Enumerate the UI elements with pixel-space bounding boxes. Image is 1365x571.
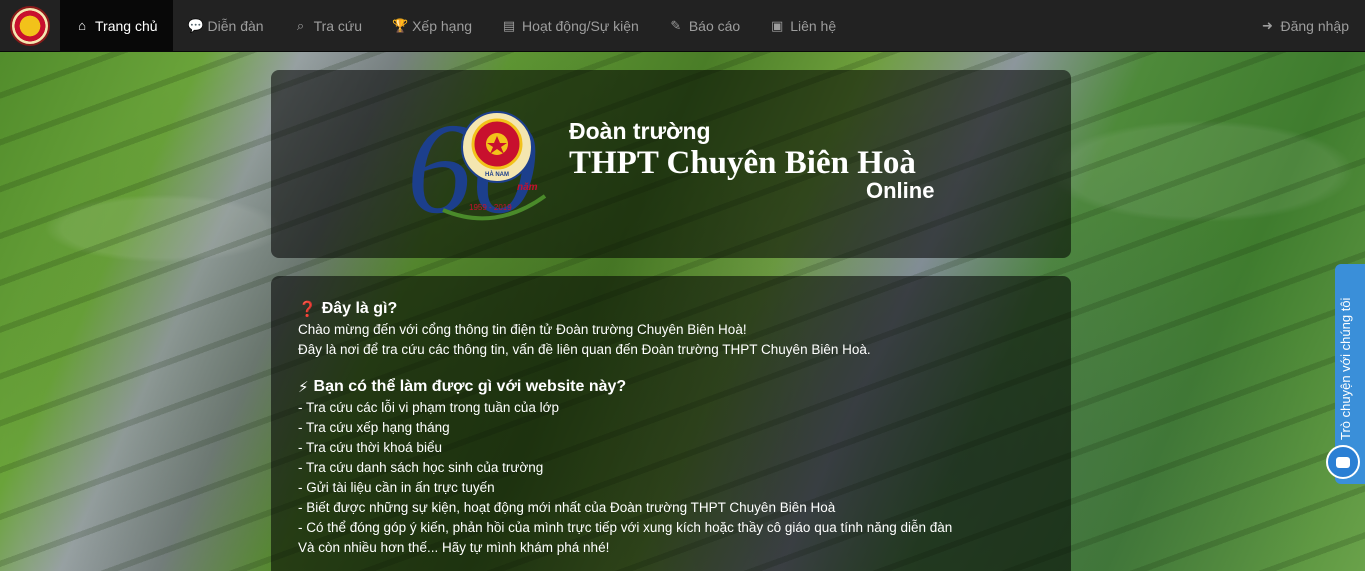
nav-contact-label: Liên hệ xyxy=(790,17,837,34)
login-label: Đăng nhập xyxy=(1280,17,1349,34)
intro-line: Chào mừng đến với cổng thông tin điện tử… xyxy=(298,322,747,337)
nav-home[interactable]: ⌂ Trang chủ xyxy=(60,0,173,52)
section2-title-text: Bạn có thể làm được gì với website này? xyxy=(313,378,627,395)
trophy-icon: 🏆 xyxy=(392,17,409,33)
school-seal-icon xyxy=(10,5,50,46)
nav-forum[interactable]: 💬 Diễn đàn xyxy=(173,0,279,52)
comments-icon: 💬 xyxy=(187,17,204,33)
section-what-is-it-title: ❓ Đây là gì? xyxy=(298,300,1044,318)
emblem-years: năm xyxy=(517,182,538,193)
intro-panel: ❓ Đây là gì? Chào mừng đến với cổng thôn… xyxy=(271,276,1071,571)
emblem-province: HÀ NAM xyxy=(485,171,509,178)
banner-title: THPT Chuyên Biên Hoà xyxy=(569,145,916,181)
feature-item: - Tra cứu danh sách học sinh của trường xyxy=(298,460,544,475)
feature-item: - Có thể đóng góp ý kiến, phản hồi của m… xyxy=(298,520,953,535)
feature-item: - Tra cứu xếp hạng tháng xyxy=(298,420,450,435)
nav-forum-label: Diễn đàn xyxy=(207,17,264,34)
feature-closing: Và còn nhiều hơn thế... Hãy tự mình khám… xyxy=(298,540,610,555)
bolt-icon: ⚡ xyxy=(298,379,309,396)
feature-item: - Tra cứu thời khoá biểu xyxy=(298,440,442,455)
nav-lookup[interactable]: ⌕ Tra cứu xyxy=(279,0,378,52)
banner-online: Online xyxy=(866,178,935,203)
nav-contact[interactable]: ▣ Liên hệ xyxy=(755,0,851,52)
chat-widget-label[interactable]: Trò chuyện với chúng tôi xyxy=(1338,298,1353,440)
intro-line: Đây là nơi để tra cứu các thông tin, vấn… xyxy=(298,342,871,357)
home-icon: ⌂ xyxy=(78,18,86,33)
top-navbar: ⌂ Trang chủ 💬 Diễn đàn ⌕ Tra cứu 🏆 Xếp h… xyxy=(0,0,1365,52)
nav-events[interactable]: ▤ Hoạt động/Sự kiện xyxy=(487,0,654,52)
nav-events-label: Hoạt động/Sự kiện xyxy=(522,17,639,34)
question-circle-icon: ❓ xyxy=(298,301,317,318)
newspaper-icon: ▤ xyxy=(502,17,516,33)
feature-item: - Biết được những sự kiện, hoạt động mới… xyxy=(298,500,836,515)
section1-title-text: Đây là gì? xyxy=(321,300,398,317)
contact-card-icon: ▣ xyxy=(771,17,784,33)
search-icon: ⌕ xyxy=(296,17,305,33)
nav-lookup-label: Tra cứu xyxy=(313,17,363,34)
edit-icon: ✎ xyxy=(670,17,682,33)
feature-item: - Gửi tài liệu cần in ấn trực tuyến xyxy=(298,480,495,495)
banner-subtitle: Đoàn trường xyxy=(569,118,711,144)
nav-home-label: Trang chủ xyxy=(95,17,158,34)
nav-report[interactable]: ✎ Báo cáo xyxy=(654,0,755,52)
login-button[interactable]: ➜ Đăng nhập xyxy=(1245,0,1365,52)
nav-ranking[interactable]: 🏆 Xếp hạng xyxy=(377,0,487,52)
nav-ranking-label: Xếp hạng xyxy=(412,17,473,34)
chat-icon[interactable] xyxy=(1326,445,1360,479)
nav-report-label: Báo cáo xyxy=(688,17,741,34)
header-banner: 60 HÀ NAM năm 1959 - 2019 Đoàn trường TH… xyxy=(271,70,1071,258)
feature-item: - Tra cứu các lỗi vi phạm trong tuần của… xyxy=(298,400,560,415)
emblem-dates: 1959 - 2019 xyxy=(469,203,512,212)
sign-in-icon: ➜ xyxy=(1262,17,1273,33)
section-features-title: ⚡ Bạn có thể làm được gì với website này… xyxy=(298,378,1044,396)
school-logo[interactable] xyxy=(0,0,60,52)
anniversary-emblem: 60 HÀ NAM năm 1959 - 2019 xyxy=(407,97,547,232)
